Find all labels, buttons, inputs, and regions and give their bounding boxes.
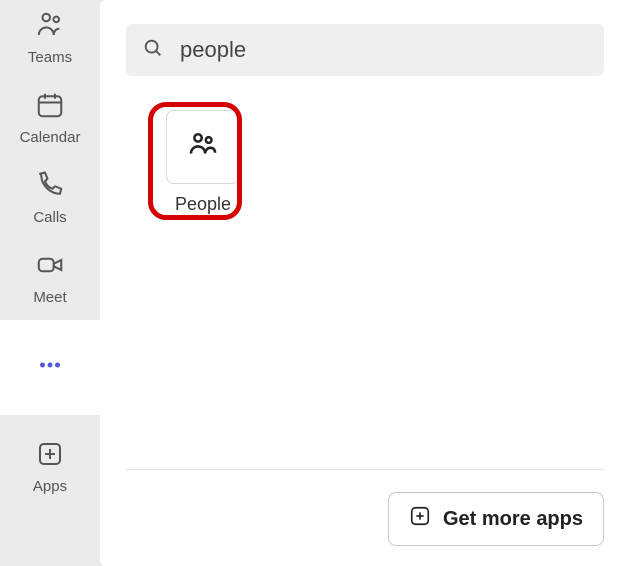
apps-icon <box>35 439 65 474</box>
sidebar-item-label: Calls <box>33 209 66 226</box>
sidebar-item-label: Calendar <box>20 129 81 146</box>
sidebar-item-label: Teams <box>28 49 72 66</box>
search-box[interactable] <box>126 24 604 76</box>
get-more-apps-label: Get more apps <box>443 508 583 531</box>
phone-icon <box>35 170 65 205</box>
sidebar-item-more[interactable] <box>0 320 100 415</box>
panel-footer: Get more apps <box>126 469 604 546</box>
search-icon <box>142 37 164 64</box>
apps-flyout-panel: People Get more apps <box>100 0 630 566</box>
sidebar-item-apps[interactable]: Apps <box>0 429 100 509</box>
app-tile-label: People <box>175 194 231 215</box>
search-input[interactable] <box>178 36 588 64</box>
more-icon <box>35 350 65 385</box>
calendar-icon <box>35 90 65 125</box>
sidebar-item-meet[interactable]: Meet <box>0 240 100 320</box>
sidebar-item-teams[interactable]: Teams <box>0 0 100 80</box>
sidebar-item-label: Meet <box>33 289 66 306</box>
search-results: People <box>126 76 604 469</box>
get-more-apps-button[interactable]: Get more apps <box>388 492 604 546</box>
app-rail: Teams Calendar Calls <box>0 0 100 566</box>
plus-square-icon <box>409 505 431 533</box>
sidebar-item-calendar[interactable]: Calendar <box>0 80 100 160</box>
video-icon <box>35 250 65 285</box>
sidebar-item-calls[interactable]: Calls <box>0 160 100 240</box>
teams-icon <box>35 10 65 45</box>
sidebar-item-label: Apps <box>33 478 67 495</box>
app-tile-people[interactable]: People <box>156 110 250 215</box>
app-tile-box <box>166 110 240 184</box>
people-icon <box>186 128 220 167</box>
